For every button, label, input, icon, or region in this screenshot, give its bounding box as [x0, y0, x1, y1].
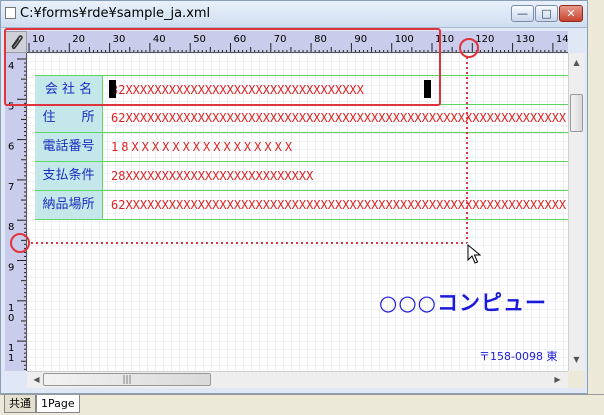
maximize-button[interactable]: □	[535, 5, 558, 22]
ruler-label: 8	[8, 222, 14, 233]
designer-window: C:¥forms¥rde¥sample_ja.xml — □ ✕ 10 20 30 4…	[0, 0, 588, 394]
scrollbar-corner	[568, 371, 585, 388]
ruler-marker-vertical	[10, 233, 30, 253]
horizontal-scrollbar[interactable]: ◀ ||| ▶	[27, 371, 568, 388]
minimize-button[interactable]: —	[511, 5, 534, 22]
scroll-down-arrow[interactable]: ▼	[569, 352, 584, 367]
window-title: C:¥forms¥rde¥sample_ja.xml	[20, 6, 211, 21]
scroll-right-arrow[interactable]: ▶	[550, 372, 565, 387]
close-button[interactable]: ✕	[559, 5, 583, 22]
ruler-label: 0	[8, 313, 14, 324]
document-icon	[5, 7, 16, 19]
company-name-text[interactable]: ○○○コンピュー	[379, 287, 547, 317]
page-tab-bar: 共通 1Page	[0, 394, 604, 415]
tab-1page[interactable]: 1Page	[36, 395, 80, 413]
ruler-label: 140	[556, 34, 568, 45]
highlight-frame	[4, 28, 441, 106]
vertical-scrollbar[interactable]: ▲ ▼	[568, 53, 585, 371]
vertical-scroll-thumb[interactable]	[570, 94, 583, 132]
ruler-label: 130	[516, 34, 535, 45]
mouse-pointer-icon	[467, 244, 482, 264]
horizontal-scroll-thumb[interactable]: |||	[43, 373, 211, 386]
scroll-up-arrow[interactable]: ▲	[569, 55, 584, 70]
ruler-label: 6	[8, 142, 14, 153]
ruler-label: 7	[8, 182, 14, 193]
ruler-label: 9	[8, 263, 14, 274]
ruler-label: 1	[8, 353, 14, 364]
ruler-marker-horizontal	[459, 38, 479, 58]
tab-common[interactable]: 共通	[4, 395, 36, 413]
title-bar[interactable]: C:¥forms¥rde¥sample_ja.xml — □ ✕	[1, 1, 587, 28]
scroll-left-arrow[interactable]: ◀	[29, 372, 44, 387]
address-text[interactable]: 〒158-0098 東	[479, 348, 557, 364]
